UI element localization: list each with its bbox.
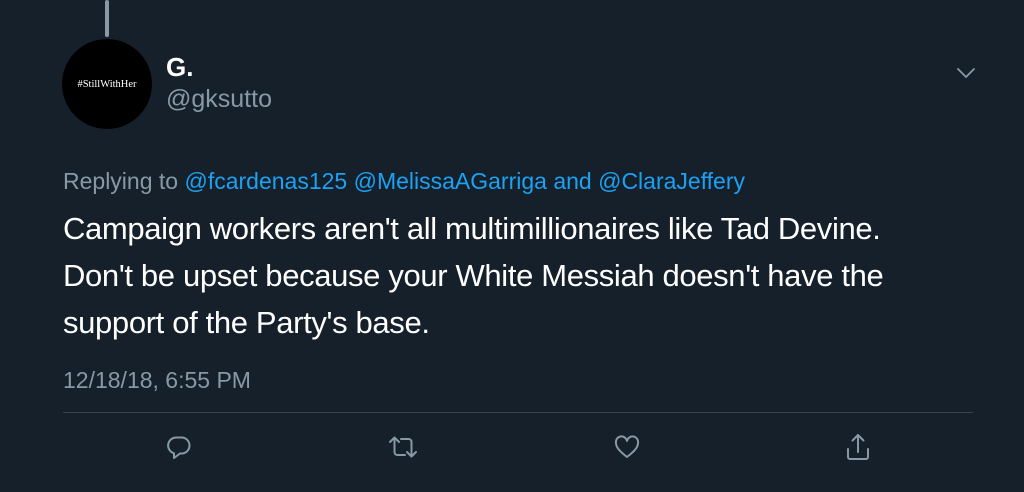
tweet-body: Campaign workers aren't all multimillion…	[63, 205, 983, 346]
like-button[interactable]	[610, 430, 644, 464]
reply-button[interactable]	[162, 430, 196, 464]
avatar[interactable]: #StillWithHer	[62, 39, 152, 129]
reply-mention-link[interactable]: @MelissaAGarriga	[354, 168, 547, 194]
share-button[interactable]	[841, 430, 875, 464]
reply-context: Replying to @fcardenas125 @MelissaAGarri…	[63, 166, 745, 196]
heart-icon	[614, 435, 640, 458]
divider	[63, 412, 973, 413]
avatar-text: #StillWithHer	[77, 78, 137, 90]
thread-connector-line	[105, 0, 109, 37]
tweet-text-line: support of the Party's base.	[63, 305, 430, 340]
tweet-text-line: Campaign workers aren't all multimillion…	[63, 211, 881, 246]
more-options-button[interactable]	[952, 60, 980, 86]
retweet-button[interactable]	[386, 430, 420, 464]
tweet-text-line: Don't be upset because your White Messia…	[63, 258, 884, 293]
share-icon	[847, 434, 869, 460]
author-handle[interactable]: @gksutto	[166, 84, 272, 114]
reply-mention-link[interactable]: @fcardenas125	[184, 168, 347, 194]
reply-conjunction: and	[553, 168, 592, 194]
reply-mention-link[interactable]: @ClaraJeffery	[598, 168, 745, 194]
author-display-name[interactable]: G.	[166, 52, 193, 82]
retweet-icon	[389, 436, 417, 458]
tweet-timestamp[interactable]: 12/18/18, 6:55 PM	[63, 365, 251, 395]
reply-icon	[167, 436, 191, 459]
chevron-down-icon	[957, 68, 975, 78]
reply-context-prefix: Replying to	[63, 168, 179, 194]
